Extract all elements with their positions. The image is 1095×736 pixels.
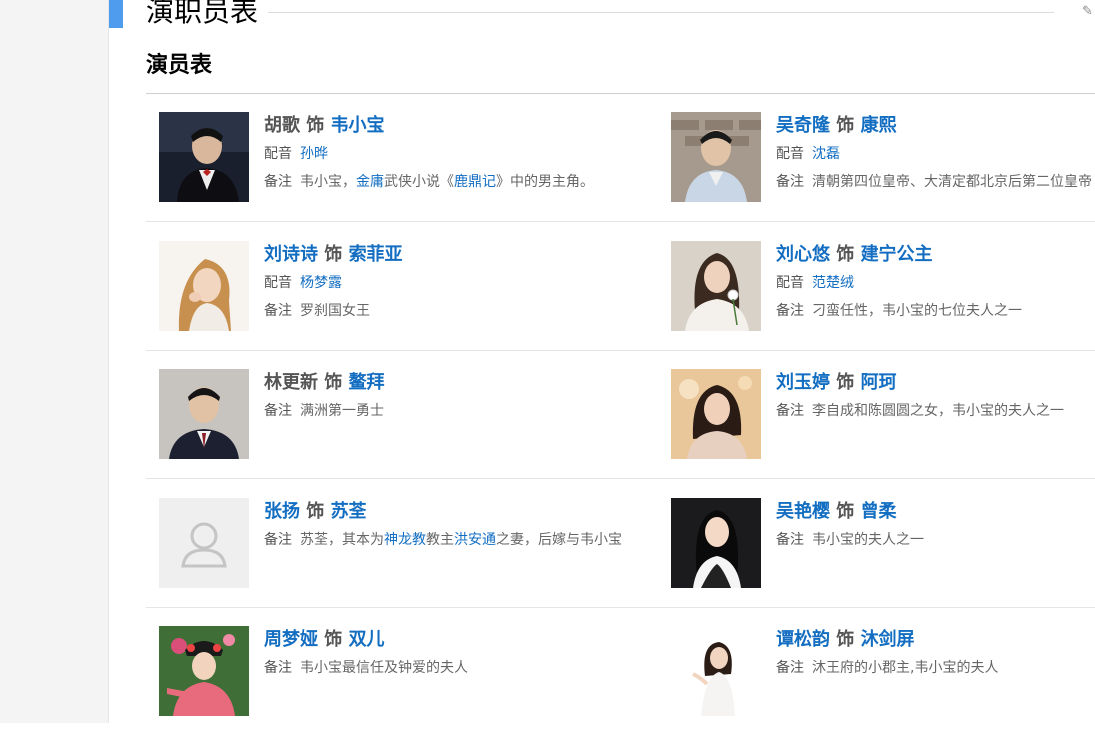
role-link[interactable]: 苏荃	[331, 501, 367, 522]
role-link[interactable]: 建宁公主	[861, 244, 933, 265]
note-link[interactable]: 鹿鼎记	[454, 174, 496, 190]
section-title: 演职员表	[146, 0, 259, 28]
plays-label: 饰	[836, 372, 855, 393]
note-text: 韦小宝，	[300, 174, 356, 190]
actor-link[interactable]: 刘玉婷	[776, 372, 830, 393]
cast-card: 吴奇隆 饰 康熙 配音 沈磊 备注 清朝第四位皇帝、大清定都北京后第二位皇帝	[671, 112, 1095, 222]
actor-photo[interactable]	[159, 626, 249, 716]
note-text: 武侠小说《	[384, 174, 454, 190]
note-label: 备注	[776, 532, 804, 548]
note-text: 沐王府的小郡主,韦小宝的夫人	[812, 660, 999, 676]
actor-link[interactable]: 吴奇隆	[776, 115, 830, 136]
role-link[interactable]: 双儿	[349, 629, 385, 650]
note-text: 刁蛮任性，韦小宝的七位夫人之一	[812, 303, 1022, 319]
note-text: 之妻，后嫁与韦小宝	[496, 532, 622, 548]
dub-label: 配音	[776, 275, 804, 291]
edit-icon[interactable]: ✎	[1082, 4, 1095, 20]
role-link[interactable]: 索菲亚	[349, 244, 403, 265]
note-label: 备注	[264, 174, 292, 190]
note-text: 苏荃，其本为	[300, 532, 384, 548]
note-text: 韦小宝的夫人之一	[812, 532, 924, 548]
cast-card: 周梦娅 饰 双儿 备注 韦小宝最信任及钟爱的夫人	[159, 626, 599, 736]
actor-link[interactable]: 刘心悠	[776, 244, 830, 265]
cast-card: 谭松韵 饰 沐剑屏 备注 沐王府的小郡主,韦小宝的夫人	[671, 626, 1095, 736]
subtitle-divider	[146, 93, 1095, 94]
dub-link[interactable]: 杨梦露	[300, 275, 342, 291]
actor-link[interactable]: 周梦娅	[264, 629, 318, 650]
avatar-placeholder[interactable]	[159, 498, 249, 588]
actor-photo[interactable]	[159, 112, 249, 202]
dub-label: 配音	[264, 146, 292, 162]
cast-card: 张扬 饰 苏荃 备注 苏荃，其本为神龙教教主洪安通之妻，后嫁与韦小宝	[159, 498, 622, 608]
role-link[interactable]: 沐剑屏	[861, 629, 915, 650]
plays-label: 饰	[836, 244, 855, 265]
dub-link[interactable]: 孙晔	[300, 146, 328, 162]
actor-photo[interactable]	[159, 369, 249, 459]
plays-label: 饰	[836, 115, 855, 136]
dub-link[interactable]: 范楚绒	[812, 275, 854, 291]
role-link[interactable]: 鳌拜	[349, 372, 385, 393]
plays-label: 饰	[836, 629, 855, 650]
plays-label: 饰	[836, 501, 855, 522]
role-link[interactable]: 阿珂	[861, 372, 897, 393]
plays-label: 饰	[324, 629, 343, 650]
actor-link[interactable]: 张扬	[264, 501, 300, 522]
note-link[interactable]: 洪安通	[454, 532, 496, 548]
actor-photo[interactable]	[671, 112, 761, 202]
plays-label: 饰	[306, 115, 325, 136]
actor-link[interactable]: 刘诗诗	[264, 244, 318, 265]
note-text: 李自成和陈圆圆之女，韦小宝的夫人之一	[812, 403, 1064, 419]
actor-name: 胡歌	[264, 115, 300, 136]
plays-label: 饰	[306, 501, 325, 522]
note-label: 备注	[776, 174, 804, 190]
note-label: 备注	[776, 660, 804, 676]
plays-label: 饰	[324, 372, 343, 393]
actor-name: 林更新	[264, 372, 318, 393]
role-link[interactable]: 曾柔	[861, 501, 897, 522]
section-accent-bar	[109, 0, 123, 28]
note-text: 满洲第一勇士	[300, 403, 384, 419]
cast-card: 吴艳樱 饰 曾柔 备注 韦小宝的夫人之一	[671, 498, 1095, 608]
note-text: 》中的男主角。	[496, 174, 594, 190]
actor-photo[interactable]	[671, 626, 761, 716]
actor-photo[interactable]	[671, 241, 761, 331]
note-label: 备注	[776, 303, 804, 319]
role-link[interactable]: 韦小宝	[331, 115, 385, 136]
actor-link[interactable]: 谭松韵	[776, 629, 830, 650]
note-label: 备注	[264, 303, 292, 319]
cast-card: 刘诗诗 饰 索菲亚 配音 杨梦露 备注 罗刹国女王	[159, 241, 599, 351]
note-link[interactable]: 神龙教	[384, 532, 426, 548]
dub-link[interactable]: 沈磊	[812, 146, 840, 162]
cast-card: 刘心悠 饰 建宁公主 配音 范楚绒 备注 刁蛮任性，韦小宝的七位夫人之一	[671, 241, 1095, 351]
cast-card: 林更新 饰 鳌拜 备注 满洲第一勇士	[159, 369, 599, 479]
title-divider	[268, 12, 1054, 13]
role-link[interactable]: 康熙	[861, 115, 897, 136]
cast-card: 刘玉婷 饰 阿珂 备注 李自成和陈圆圆之女，韦小宝的夫人之一	[671, 369, 1095, 479]
note-label: 备注	[776, 403, 804, 419]
note-label: 备注	[264, 403, 292, 419]
note-text: 清朝第四位皇帝、大清定都北京后第二位皇帝	[812, 174, 1092, 190]
actor-photo[interactable]	[671, 498, 761, 588]
actor-link[interactable]: 吴艳樱	[776, 501, 830, 522]
actor-photo[interactable]	[671, 369, 761, 459]
note-link[interactable]: 金庸	[356, 174, 384, 190]
note-text: 韦小宝最信任及钟爱的夫人	[300, 660, 468, 676]
cast-card: 胡歌 饰 韦小宝 配音 孙晔 备注 韦小宝，金庸武侠小说《鹿鼎记》中的男主角。	[159, 112, 599, 222]
actor-photo[interactable]	[159, 241, 249, 331]
dub-label: 配音	[776, 146, 804, 162]
note-label: 备注	[264, 660, 292, 676]
note-label: 备注	[264, 532, 292, 548]
dub-label: 配音	[264, 275, 292, 291]
note-text: 教主	[426, 532, 454, 548]
plays-label: 饰	[324, 244, 343, 265]
left-margin-strip	[0, 0, 109, 723]
note-text: 罗刹国女王	[300, 303, 370, 319]
cast-subtitle: 演员表	[146, 53, 213, 78]
